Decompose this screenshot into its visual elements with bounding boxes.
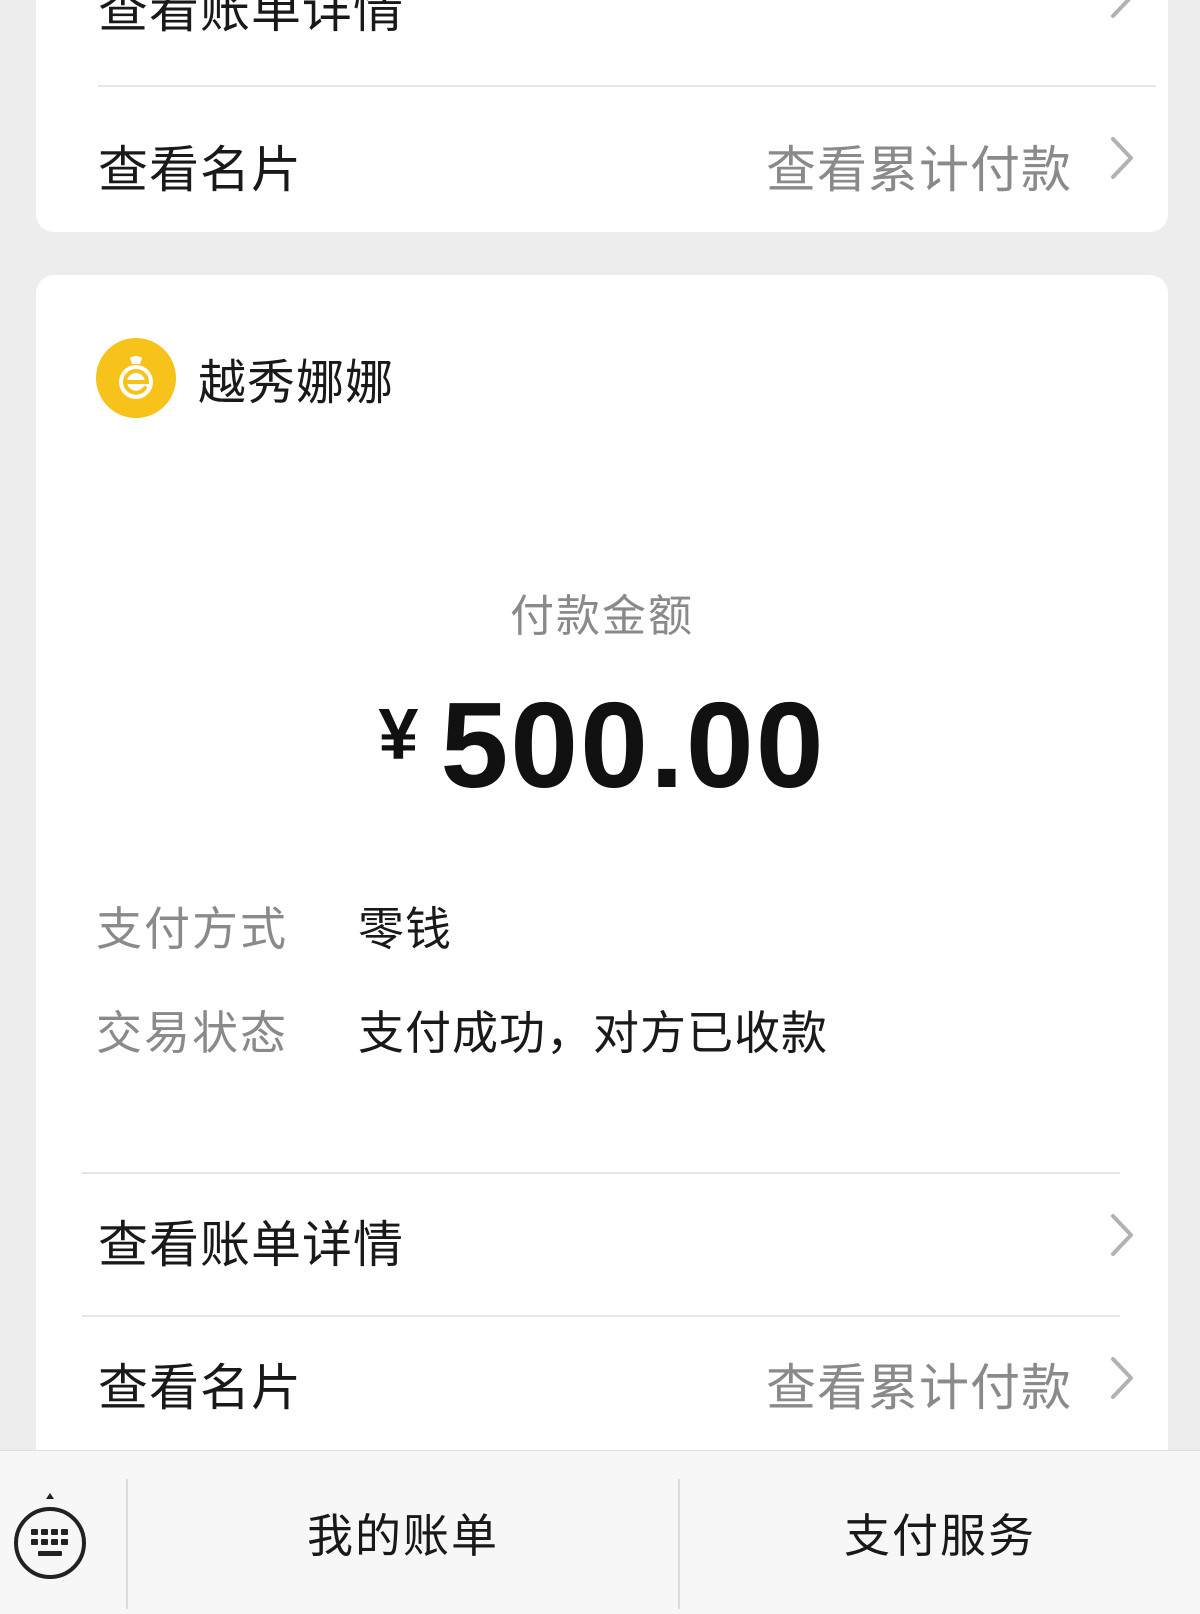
chevron-right-icon — [1111, 137, 1133, 179]
currency-symbol: ¥ — [378, 695, 419, 775]
payment-detail-page: 查看账单详情 查看名片 查看累计付款 越秀娜娜 付款金额 ¥ 500.00 支付… — [0, 0, 1200, 1614]
chevron-right-icon — [1111, 1357, 1133, 1399]
bill-detail-label: 查看账单详情 — [98, 1216, 404, 1274]
view-cumulative-label[interactable]: 查看累计付款 — [766, 1348, 1072, 1420]
view-card-label: 查看名片 — [98, 1359, 302, 1417]
keyboard-icon[interactable] — [10, 1491, 90, 1587]
merchant-name: 越秀娜娜 — [198, 355, 395, 411]
chevron-right-icon — [1111, 1214, 1133, 1256]
payment-method-value: 零钱 — [358, 902, 452, 956]
pay-service-label: 支付服务 — [844, 1509, 1036, 1563]
view-card-row-top[interactable]: 查看名片 查看累计付款 — [98, 87, 1156, 232]
my-bills-button[interactable]: 我的账单 — [128, 1451, 678, 1614]
view-cumulative-label[interactable]: 查看累计付款 — [766, 130, 1072, 202]
payment-card: 越秀娜娜 付款金额 ¥500.00 支付方式 零钱 交易状态 支付成功，对方已收… — [36, 275, 1168, 1475]
merchant-header: 越秀娜娜 — [96, 338, 394, 418]
bill-detail-row-top[interactable]: 查看账单详情 — [98, 0, 1156, 87]
chevron-right-icon — [1111, 0, 1131, 18]
payment-method-key: 支付方式 — [96, 902, 288, 956]
my-bills-label: 我的账单 — [307, 1509, 499, 1563]
divider — [82, 1315, 1120, 1317]
view-card-label: 查看名片 — [98, 141, 302, 199]
previous-payment-card: 查看账单详情 查看名片 查看累计付款 — [36, 0, 1168, 232]
bill-detail-label: 查看账单详情 — [98, 0, 404, 39]
wechat-pay-bag-icon — [96, 338, 176, 418]
view-card-row[interactable]: 查看名片 查看累计付款 — [98, 1318, 1156, 1438]
amount-value: 500.00 — [440, 677, 826, 813]
bottom-menu-bar: 我的账单 支付服务 — [0, 1450, 1200, 1614]
amount-label: 付款金额 — [510, 591, 694, 642]
bill-detail-row[interactable]: 查看账单详情 — [98, 1175, 1156, 1295]
transaction-status-key: 交易状态 — [96, 1006, 288, 1060]
pay-service-button[interactable]: 支付服务 — [680, 1451, 1200, 1614]
payment-amount: ¥500.00 — [36, 675, 1168, 815]
transaction-status-value: 支付成功，对方已收款 — [358, 1006, 828, 1060]
divider — [82, 1172, 1120, 1174]
